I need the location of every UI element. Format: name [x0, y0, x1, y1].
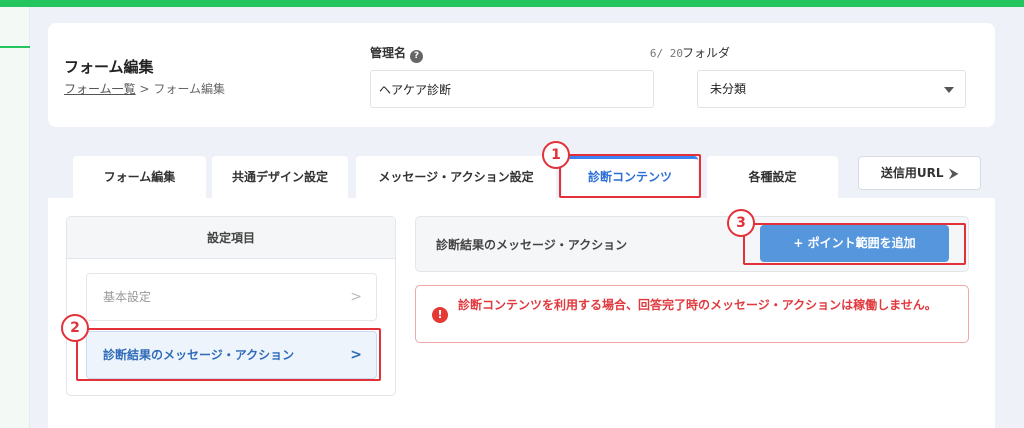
management-name-input[interactable] [370, 70, 654, 108]
send-url-button[interactable]: 送信用URL ⮞ [858, 156, 981, 190]
name-char-counter: 6/ 20 [649, 47, 683, 60]
annotation-badge-1: 1 [542, 141, 570, 169]
tab-common-design[interactable]: 共通デザイン設定 [212, 156, 348, 198]
folder-selected-value: 未分類 [710, 82, 747, 96]
annotation-highlight-sidebar-item [76, 328, 381, 381]
tab-form-edit[interactable]: フォーム編集 [73, 156, 206, 198]
annotation-highlight-tab [559, 154, 701, 198]
top-accent-bar [0, 0, 1024, 7]
name-label-text: 管理名 [370, 46, 407, 60]
breadcrumb-current: フォーム編集 [153, 82, 225, 96]
warning-alert: ! 診断コンテンツを利用する場合、回答完了時のメッセージ・アクションは稼働しませ… [415, 285, 969, 343]
annotation-highlight-add-button [743, 223, 966, 265]
tab-message-action[interactable]: メッセージ・アクション設定 [356, 156, 556, 198]
chevron-right-icon: > [350, 289, 362, 305]
left-sidebar [0, 7, 30, 428]
tab-misc-settings[interactable]: 各種設定 [707, 156, 838, 198]
send-url-label: 送信用URL [880, 166, 944, 180]
annotation-badge-2: 2 [61, 314, 89, 342]
result-section-title: 診断結果のメッセージ・アクション [436, 238, 628, 252]
warning-text: 診断コンテンツを利用する場合、回答完了時のメッセージ・アクションは稼働しません。 [458, 298, 937, 312]
breadcrumb-separator: > [135, 82, 154, 96]
chevron-down-icon [944, 87, 954, 93]
sidebar-active-indicator [0, 46, 30, 48]
breadcrumb-link-form-list[interactable]: フォーム一覧 [64, 82, 136, 96]
folder-field-label: フォルダ [682, 46, 731, 60]
folder-select[interactable]: 未分類 [697, 70, 966, 108]
settings-item-label: 基本設定 [103, 290, 152, 304]
alert-icon: ! [432, 307, 448, 323]
page-title: フォーム編集 [64, 58, 154, 76]
help-icon[interactable]: ? [410, 50, 424, 63]
settings-heading: 設定項目 [67, 217, 395, 259]
settings-item-basic[interactable]: 基本設定 > [86, 273, 377, 321]
name-field-label: 管理名? [370, 44, 424, 63]
breadcrumb: フォーム一覧 > フォーム編集 [64, 80, 225, 97]
send-icon: ⮞ [949, 166, 959, 180]
annotation-badge-3: 3 [727, 209, 755, 237]
form-header-card: フォーム編集 フォーム一覧 > フォーム編集 管理名? 6/ 20 フォルダ 未… [48, 23, 995, 127]
